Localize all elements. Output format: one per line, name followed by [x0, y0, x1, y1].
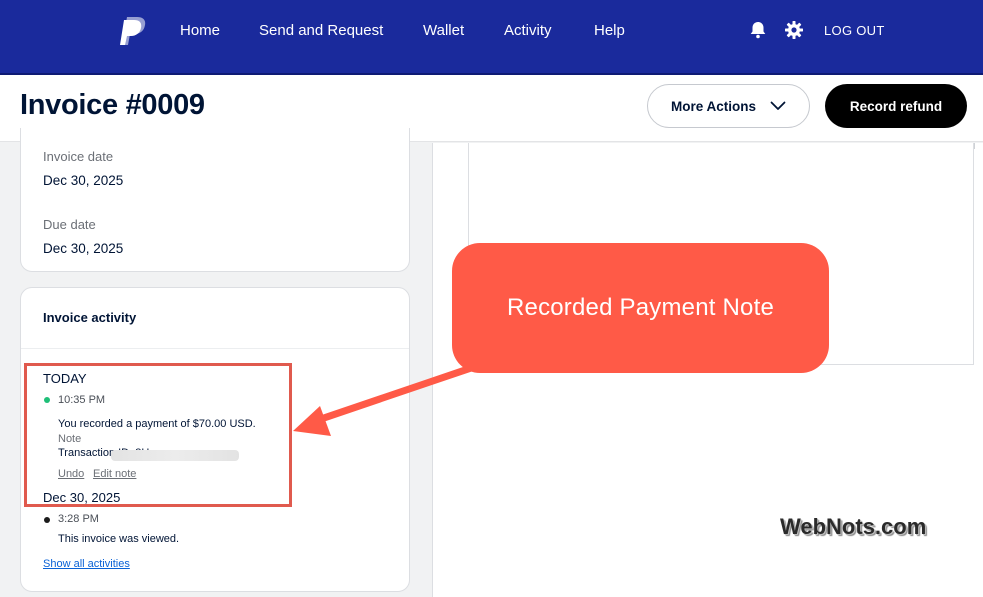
- nav-wallet[interactable]: Wallet: [423, 22, 464, 40]
- nav-send-and-request[interactable]: Send and Request: [259, 22, 383, 40]
- more-actions-button[interactable]: More Actions: [647, 84, 810, 128]
- invoice-date-label: Invoice date: [43, 149, 114, 164]
- callout-bubble: Recorded Payment Note: [452, 243, 829, 373]
- chevron-down-icon: [770, 101, 786, 110]
- show-all-activities-link[interactable]: Show all activities: [43, 558, 130, 570]
- page-title: Invoice #0009: [20, 89, 205, 121]
- divider: [974, 143, 975, 149]
- watermark-logo: WebNots.com: [780, 514, 927, 539]
- record-refund-button[interactable]: Record refund: [825, 84, 967, 128]
- nav-activity[interactable]: Activity: [504, 22, 552, 40]
- due-date-label: Due date: [43, 217, 96, 232]
- status-dot-icon: [44, 517, 50, 523]
- top-navigation-bar: Home Send and Request Wallet Activity He…: [0, 0, 983, 75]
- logout-link[interactable]: LOG OUT: [824, 23, 885, 38]
- callout-text: Recorded Payment Note: [506, 294, 774, 321]
- invoice-dates-card: Invoice date Dec 30, 2025 Due date Dec 3…: [20, 128, 410, 272]
- gear-icon[interactable]: [784, 20, 804, 40]
- activity-title: Invoice activity: [43, 310, 137, 325]
- due-date-value: Dec 30, 2025: [43, 241, 124, 256]
- invoice-date-value: Dec 30, 2025: [43, 173, 124, 188]
- entry-text: This invoice was viewed.: [58, 533, 180, 545]
- nav-home[interactable]: Home: [180, 22, 220, 40]
- paypal-logo-icon[interactable]: [120, 17, 146, 45]
- nav-help[interactable]: Help: [594, 22, 625, 40]
- more-actions-label: More Actions: [670, 98, 756, 114]
- divider: [21, 348, 409, 349]
- bell-icon[interactable]: [748, 20, 768, 40]
- entry-time: 3:28 PM: [58, 513, 99, 525]
- highlight-box: [24, 363, 292, 507]
